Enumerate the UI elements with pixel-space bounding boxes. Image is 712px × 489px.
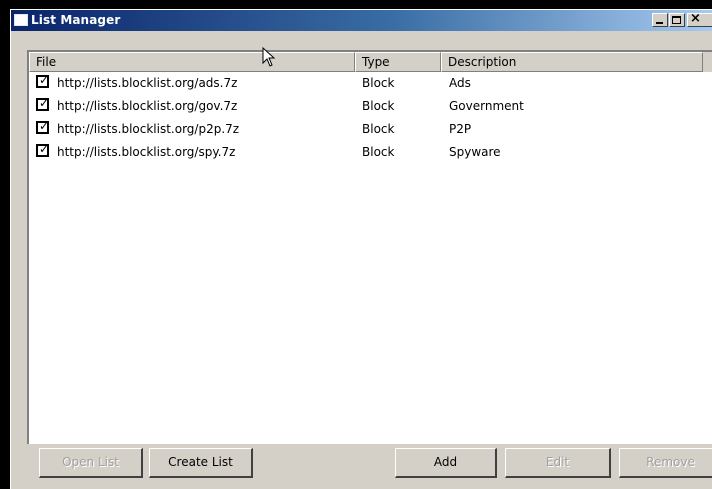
mouse-cursor-icon — [262, 47, 276, 67]
list-item-checkbox[interactable]: ✓ — [36, 73, 50, 88]
remove-button[interactable]: Remove — [619, 448, 712, 478]
add-button[interactable]: Add — [395, 448, 497, 478]
window-title: List Manager — [31, 13, 121, 27]
column-header-file[interactable]: File — [29, 52, 355, 72]
window-icon — [14, 14, 28, 26]
close-icon: × — [690, 11, 701, 26]
close-button[interactable]: × — [687, 11, 712, 27]
list-item-file: http://lists.blocklist.org/spy.7z — [57, 145, 236, 159]
minimize-icon — [656, 22, 663, 24]
list-item-checkbox[interactable]: ✓ — [36, 96, 50, 111]
list-item-description: Spyware — [449, 145, 501, 159]
column-header-description[interactable]: Description — [441, 52, 703, 72]
list-item-description: Ads — [449, 76, 471, 90]
list-item-file: http://lists.blocklist.org/ads.7z — [57, 76, 238, 90]
checkmark-icon: ✓ — [39, 73, 50, 87]
list-item-type: Block — [362, 99, 395, 113]
list-item-type: Block — [362, 122, 395, 136]
list-item-file: http://lists.blocklist.org/p2p.7z — [57, 122, 240, 136]
list-item[interactable]: ✓ http://lists.blocklist.org/gov.7z Bloc… — [29, 95, 712, 118]
list-item-description: P2P — [449, 122, 472, 136]
maximize-icon — [672, 16, 681, 24]
list-manager-window: List Manager × File Type Description ✓ h… — [10, 9, 712, 489]
minimize-button[interactable] — [652, 13, 668, 27]
list-header: File Type Description — [29, 52, 712, 72]
list-item-checkbox[interactable]: ✓ — [36, 142, 50, 157]
list-item[interactable]: ✓ http://lists.blocklist.org/p2p.7z Bloc… — [29, 118, 712, 141]
blocklist-list-view[interactable]: File Type Description ✓ http://lists.blo… — [27, 50, 712, 444]
list-item-file: http://lists.blocklist.org/gov.7z — [57, 99, 238, 113]
list-item-description: Government — [449, 99, 524, 113]
open-list-button[interactable]: Open List — [39, 448, 143, 478]
list-item-type: Block — [362, 145, 395, 159]
checkmark-icon: ✓ — [39, 142, 50, 156]
create-list-button[interactable]: Create List — [149, 448, 253, 478]
list-item[interactable]: ✓ http://lists.blocklist.org/ads.7z Bloc… — [29, 72, 712, 95]
list-item[interactable]: ✓ http://lists.blocklist.org/spy.7z Bloc… — [29, 141, 712, 164]
checkmark-icon: ✓ — [39, 119, 50, 133]
column-header-type[interactable]: Type — [355, 52, 441, 72]
maximize-button[interactable] — [669, 13, 685, 27]
list-item-checkbox[interactable]: ✓ — [36, 119, 50, 134]
checkmark-icon: ✓ — [39, 96, 50, 110]
title-bar[interactable]: List Manager × — [11, 10, 712, 31]
edit-button[interactable]: Edit — [505, 448, 611, 478]
list-item-type: Block — [362, 76, 395, 90]
